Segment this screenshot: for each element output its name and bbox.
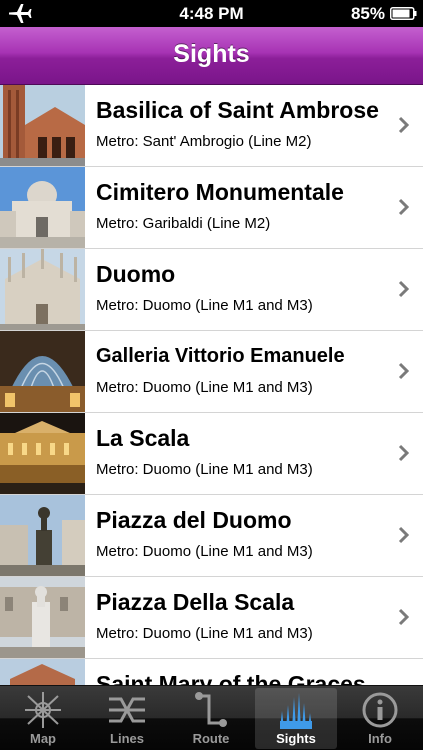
tab-label: Info bbox=[368, 731, 392, 746]
battery-icon bbox=[390, 7, 417, 20]
duomo-thumbnail bbox=[0, 249, 85, 330]
chevron-right-icon bbox=[398, 198, 409, 216]
chevron-right-icon bbox=[398, 444, 409, 462]
cimitero-thumbnail bbox=[0, 167, 85, 248]
tab-route[interactable]: Route bbox=[170, 688, 252, 749]
sight-metro: Metro: Duomo (Line M1 and M3) bbox=[96, 297, 313, 314]
tab-lines[interactable]: Lines bbox=[86, 688, 168, 749]
sight-metro: Metro: Duomo (Line M1 and M3) bbox=[96, 379, 313, 396]
chevron-right-icon bbox=[398, 362, 409, 380]
piazza-della-scala-thumbnail bbox=[0, 577, 85, 658]
list-item[interactable]: Duomo Metro: Duomo (Line M1 and M3) bbox=[0, 249, 423, 331]
sight-metro: Metro: Garibaldi (Line M2) bbox=[96, 215, 271, 232]
sight-metro: Metro: Duomo (Line M1 and M3) bbox=[96, 625, 313, 642]
tab-label: Sights bbox=[276, 731, 316, 746]
tab-map[interactable]: Map bbox=[2, 688, 84, 749]
sight-metro: Metro: Sant' Ambrogio (Line M2) bbox=[96, 133, 312, 150]
list-item[interactable]: La Scala Metro: Duomo (Line M1 and M3) bbox=[0, 413, 423, 495]
la-scala-thumbnail bbox=[0, 413, 85, 494]
list-item[interactable]: Piazza Della Scala Metro: Duomo (Line M1… bbox=[0, 577, 423, 659]
sight-title: Piazza del Duomo bbox=[96, 507, 292, 533]
info-icon bbox=[362, 692, 398, 728]
list-item[interactable]: Piazza del Duomo Metro: Duomo (Line M1 a… bbox=[0, 495, 423, 577]
chevron-right-icon bbox=[398, 526, 409, 544]
sight-title: Duomo bbox=[96, 261, 176, 287]
basilica-thumbnail bbox=[0, 85, 85, 166]
chevron-right-icon bbox=[398, 280, 409, 298]
tab-label: Route bbox=[192, 731, 230, 746]
sight-title: La Scala bbox=[96, 425, 190, 451]
list-item[interactable]: Basilica of Saint Ambrose Metro: Sant' A… bbox=[0, 85, 423, 167]
tab-info[interactable]: Info bbox=[339, 688, 421, 749]
sight-title: Cimitero Monumentale bbox=[96, 179, 344, 205]
sight-title: Galleria Vittorio Emanuele bbox=[96, 345, 345, 367]
sights-list[interactable]: Basilica of Saint Ambrose Metro: Sant' A… bbox=[0, 85, 423, 685]
santa-maria-thumbnail bbox=[0, 659, 85, 685]
sights-icon bbox=[280, 693, 312, 729]
tab-sights[interactable]: Sights bbox=[255, 688, 337, 749]
page-title: Sights bbox=[173, 40, 250, 68]
status-bar: 4:48 PM 85% bbox=[0, 0, 423, 27]
chevron-right-icon bbox=[398, 116, 409, 134]
piazza-del-duomo-thumbnail bbox=[0, 495, 85, 576]
navigation-bar: Sights bbox=[0, 27, 423, 85]
map-icon bbox=[25, 692, 61, 728]
sight-title: Basilica of Saint Ambrose bbox=[96, 97, 379, 123]
sight-metro: Metro: Duomo (Line M1 and M3) bbox=[96, 461, 313, 478]
list-item[interactable]: Cimitero Monumentale Metro: Garibaldi (L… bbox=[0, 167, 423, 249]
battery-percentage: 85% bbox=[350, 4, 385, 23]
route-icon bbox=[195, 692, 227, 727]
sight-metro: Metro: Duomo (Line M1 and M3) bbox=[96, 543, 313, 560]
tab-bar: Map Lines Route Sights Info bbox=[0, 685, 423, 750]
galleria-thumbnail bbox=[0, 331, 85, 412]
tab-label: Map bbox=[30, 731, 56, 746]
sight-title: Saint Mary of the Graces bbox=[96, 671, 366, 685]
chevron-right-icon bbox=[398, 608, 409, 626]
list-item[interactable]: Saint Mary of the Graces bbox=[0, 659, 423, 685]
sight-title: Piazza Della Scala bbox=[96, 589, 295, 615]
lines-icon bbox=[109, 697, 145, 723]
list-item[interactable]: Galleria Vittorio Emanuele Metro: Duomo … bbox=[0, 331, 423, 413]
tab-label: Lines bbox=[110, 731, 144, 746]
